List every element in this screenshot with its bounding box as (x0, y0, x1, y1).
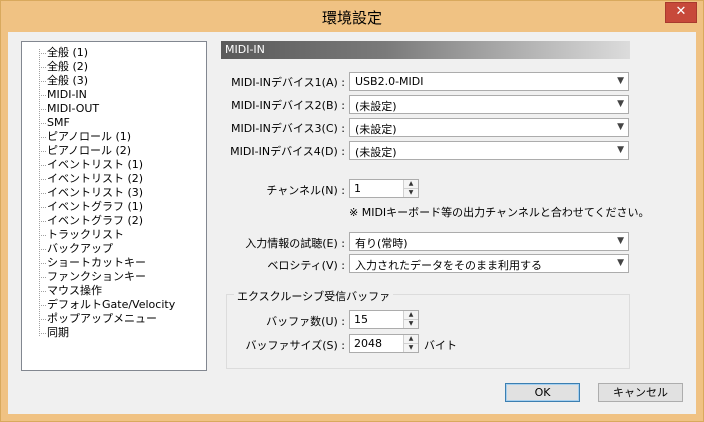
tree-item[interactable]: 全般 (1) (47, 46, 88, 60)
preferences-window: 環境設定 ✕ 全般 (1) 全般 (2) 全般 (3) MIDI-IN MIDI-OUT… (0, 0, 704, 422)
buffer-count-spinner[interactable]: 15 ▲ ▼ (349, 310, 419, 329)
tree-item[interactable]: イベントリスト (1) (47, 158, 143, 172)
tree-item[interactable]: マウス操作 (47, 284, 102, 298)
dialog-client-area: 全般 (1) 全般 (2) 全般 (3) MIDI-IN MIDI-OUT SMF ピアノロ… (8, 32, 696, 414)
tree-item[interactable]: SMF (47, 116, 70, 130)
chevron-down-icon: ▼ (617, 99, 624, 109)
input-audition-value: 有り(常時) (355, 237, 408, 250)
window-title: 環境設定 (321, 9, 382, 27)
tree-connector (39, 123, 46, 124)
buffer-count-label: バッファ数(U) : (266, 315, 345, 328)
tree-connector (39, 319, 46, 320)
chevron-down-icon: ▼ (617, 236, 624, 246)
buffer-size-unit: バイト (424, 339, 457, 352)
tree-connector (39, 53, 46, 54)
tree-connector (39, 179, 46, 180)
tree-item[interactable]: ピアノロール (2) (47, 144, 131, 158)
device-1-label: MIDI-INデバイス1(A) : (231, 76, 345, 89)
section-title: MIDI-IN (225, 43, 265, 56)
spin-up-icon[interactable]: ▲ (404, 311, 418, 320)
device-2-label: MIDI-INデバイス2(B) : (231, 99, 345, 112)
device-1-select[interactable]: USB2.0-MIDI ▼ (349, 72, 629, 91)
buffer-size-value: 2048 (354, 337, 382, 350)
tree-item[interactable]: 全般 (3) (47, 74, 88, 88)
tree-connector (39, 207, 46, 208)
chevron-down-icon: ▼ (617, 145, 624, 155)
device-3-label: MIDI-INデバイス3(C) : (230, 122, 345, 135)
chevron-down-icon: ▼ (617, 122, 624, 132)
tree-connector (39, 221, 46, 222)
tree-item[interactable]: MIDI-IN (47, 88, 87, 102)
velocity-select[interactable]: 入力されたデータをそのまま利用する ▼ (349, 254, 629, 273)
device-4-value: (未設定) (355, 146, 397, 159)
spin-down-icon[interactable]: ▼ (404, 189, 418, 197)
tree-item[interactable]: バックアップ (47, 242, 113, 256)
tree-connector (39, 95, 46, 96)
tree-item[interactable]: ピアノロール (1) (47, 130, 131, 144)
tree-connector (39, 333, 46, 334)
chevron-down-icon: ▼ (617, 258, 624, 268)
spin-up-icon[interactable]: ▲ (404, 335, 418, 344)
input-audition-select[interactable]: 有り(常時) ▼ (349, 232, 629, 251)
velocity-label: ベロシティ(V) : (267, 259, 345, 272)
channel-spinner[interactable]: 1 ▲ ▼ (349, 179, 419, 198)
device-4-label: MIDI-INデバイス4(D) : (230, 145, 345, 158)
buffer-count-value: 15 (354, 313, 368, 326)
chevron-down-icon: ▼ (617, 76, 624, 86)
tree-connector (39, 165, 46, 166)
section-header: MIDI-IN (221, 41, 630, 59)
tree-connector (39, 235, 46, 236)
tree-item[interactable]: ショートカットキー (47, 256, 146, 270)
tree-connector (39, 67, 46, 68)
channel-label: チャンネル(N) : (266, 184, 345, 197)
spin-down-icon[interactable]: ▼ (404, 320, 418, 328)
title-bar[interactable]: 環境設定 ✕ (1, 1, 703, 32)
channel-note: ※ MIDIキーボード等の出力チャンネルと合わせてください。 (349, 206, 650, 219)
tree-item[interactable]: MIDI-OUT (47, 102, 99, 116)
tree-item[interactable]: イベントグラフ (1) (47, 200, 143, 214)
tree-item[interactable]: ファンクションキー (47, 270, 146, 284)
device-3-select[interactable]: (未設定) ▼ (349, 118, 629, 137)
device-2-select[interactable]: (未設定) ▼ (349, 95, 629, 114)
spin-up-icon[interactable]: ▲ (404, 180, 418, 189)
tree-item[interactable]: 同期 (47, 326, 69, 340)
tree-item[interactable]: イベントグラフ (2) (47, 214, 143, 228)
tree-item[interactable]: イベントリスト (3) (47, 186, 143, 200)
device-3-value: (未設定) (355, 123, 397, 136)
spin-down-icon[interactable]: ▼ (404, 344, 418, 352)
exclusive-buffer-title: エクスクルーシブ受信バッファ (234, 288, 394, 304)
tree-connector (39, 151, 46, 152)
tree-item[interactable]: イベントリスト (2) (47, 172, 143, 186)
tree-item[interactable]: デフォルトGate/Velocity (47, 298, 175, 312)
channel-value: 1 (354, 182, 361, 195)
cancel-button[interactable]: キャンセル (598, 383, 683, 402)
tree-connector (39, 249, 46, 250)
tree-connector (39, 81, 46, 82)
input-audition-label: 入力情報の試聴(E) : (245, 237, 345, 250)
tree-connector (39, 193, 46, 194)
ok-button[interactable]: OK (505, 383, 580, 402)
tree-connector (39, 305, 46, 306)
velocity-value: 入力されたデータをそのまま利用する (355, 259, 542, 272)
device-2-value: (未設定) (355, 100, 397, 113)
category-tree[interactable]: 全般 (1) 全般 (2) 全般 (3) MIDI-IN MIDI-OUT SMF ピアノロ… (21, 41, 207, 371)
buffer-size-spinner[interactable]: 2048 ▲ ▼ (349, 334, 419, 353)
tree-connector (39, 291, 46, 292)
device-4-select[interactable]: (未設定) ▼ (349, 141, 629, 160)
close-icon: ✕ (675, 4, 687, 19)
tree-connector (39, 277, 46, 278)
close-button[interactable]: ✕ (665, 2, 697, 23)
buffer-size-label: バッファサイズ(S) : (245, 339, 345, 352)
tree-connector (39, 263, 46, 264)
tree-item[interactable]: 全般 (2) (47, 60, 88, 74)
device-1-value: USB2.0-MIDI (355, 75, 424, 88)
exclusive-buffer-group (226, 294, 630, 369)
tree-connector (39, 109, 46, 110)
tree-connector (39, 137, 46, 138)
tree-item[interactable]: トラックリスト (47, 228, 124, 242)
tree-item[interactable]: ポップアップメニュー (47, 312, 157, 326)
